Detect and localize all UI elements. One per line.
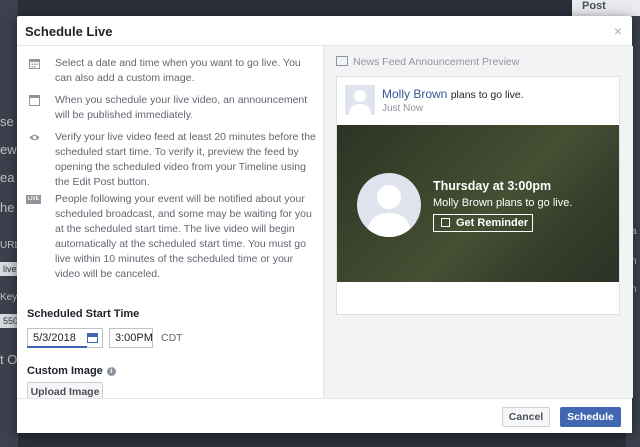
scheduled-start-label: Scheduled Start Time [27,308,140,320]
background-text: he [0,200,15,215]
background-text: ew [0,142,17,157]
background-text: se [0,114,14,129]
get-reminder-label: Get Reminder [456,217,529,229]
preview-heading: News Feed Announcement Preview [336,56,519,68]
info-text: Verify your live video feed at least 20 … [55,131,316,188]
preview-column: News Feed Announcement Preview Molly Bro… [323,46,633,398]
video-cover: Thursday at 3:00pm Molly Brown plans to … [337,125,619,282]
schedule-button[interactable]: Schedule [560,407,621,427]
close-icon[interactable]: × [614,23,622,39]
announcement-preview-card: Molly Brown plans to go live. Just Now T… [336,76,620,315]
info-text: When you schedule your live video, an an… [55,94,308,121]
info-text: Select a date and time when you want to … [55,57,301,84]
date-field[interactable]: 5/3/2018 [27,328,103,348]
custom-image-label: Custom Image [27,365,103,377]
news-feed-icon [336,56,348,66]
scheduled-time-text: Thursday at 3:00pm [433,179,552,193]
user-name-link[interactable]: Molly Brown [382,87,447,101]
live-badge-icon: LIVE [26,195,41,204]
date-focus-underline [27,346,87,348]
info-text: People following your event will be noti… [55,193,312,280]
schedule-live-dialog: Schedule Live × Select a date and time w… [17,16,633,433]
time-field[interactable]: 3:00PM [109,328,153,348]
post-timestamp: Just Now [382,103,424,114]
time-value: 3:00PM [115,332,153,344]
get-reminder-button[interactable]: Get Reminder [433,214,533,232]
timezone-label: CDT [161,332,183,344]
eye-icon [29,134,40,141]
dialog-title: Schedule Live [25,24,113,39]
profile-silhouette-icon [367,185,411,237]
background-text: Key [0,292,18,303]
date-value: 5/3/2018 [33,332,76,344]
post-header: Molly Brown plans to go live. [382,87,524,101]
dialog-header: Schedule Live × [17,16,632,46]
background-text: t O [0,352,18,367]
post-action: plans to go live. [450,89,524,101]
calendar-icon [441,218,450,227]
avatar [357,173,421,237]
custom-image-heading: Custom Image i [27,365,116,377]
cancel-button[interactable]: Cancel [502,407,550,427]
background-post-tab: Post [572,0,640,16]
settings-column: Select a date and time when you want to … [17,46,323,402]
news-feed-icon [29,95,40,106]
background-text: ea [0,170,15,185]
avatar [345,85,375,115]
calendar-icon[interactable] [87,333,98,343]
announcement-text: Molly Brown plans to go live. [433,197,573,209]
profile-silhouette-icon [349,90,371,115]
background-left-strip [0,0,18,447]
help-icon[interactable]: i [106,367,116,376]
calendar-icon [29,59,40,69]
dialog-footer: Cancel Schedule [17,398,632,433]
preview-heading-text: News Feed Announcement Preview [353,56,520,68]
